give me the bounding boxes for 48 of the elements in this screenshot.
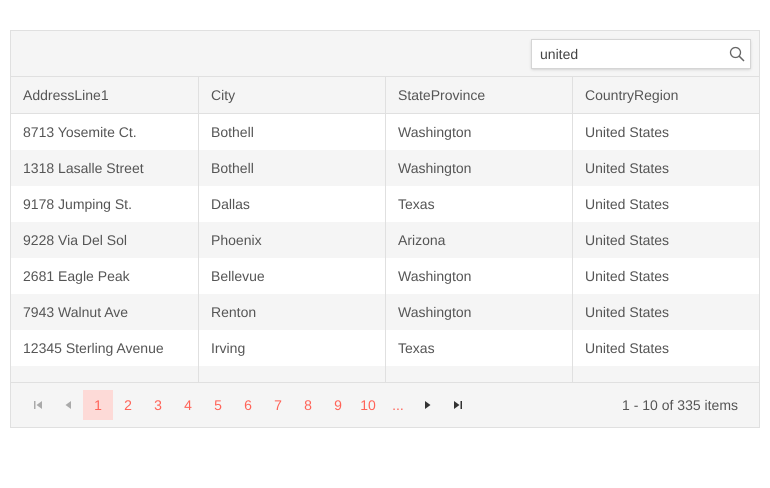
table-cell-text: United States: [585, 158, 670, 178]
table-cell-text: Arizona: [398, 230, 446, 250]
table-cell-text: Texas: [398, 338, 435, 358]
table-cell-text: United States: [585, 266, 670, 286]
table-cell-text: Texas: [398, 194, 435, 214]
column-header[interactable]: City: [211, 84, 236, 106]
table-cell-text: 9228 Via Del Sol: [23, 230, 128, 250]
page-button[interactable]: 9: [323, 390, 353, 420]
table-cell-text: Phoenix: [211, 230, 262, 250]
table-cell-text: Washington: [398, 302, 472, 322]
table-cell-text: 8713 Yosemite Ct.: [23, 122, 137, 142]
table-cell-text: Washington: [398, 158, 472, 178]
table-cell-text: United States: [585, 194, 670, 214]
page-button[interactable]: 7: [263, 390, 293, 420]
table-cell-text: United States: [585, 122, 670, 142]
table-cell-text: 9178 Jumping St.: [23, 194, 132, 214]
page-button[interactable]: 3: [143, 390, 173, 420]
page-button[interactable]: 5: [203, 390, 233, 420]
column-header[interactable]: AddressLine1: [23, 84, 109, 106]
table-cell-text: Washington: [398, 122, 472, 142]
table-cell-text: 1318 Lasalle Street: [23, 158, 144, 178]
table-cell-text: Bothell: [211, 158, 254, 178]
table-cell-text: Bothell: [211, 122, 254, 142]
page-button[interactable]: ...: [383, 390, 413, 420]
page-button[interactable]: 4: [173, 390, 203, 420]
table-cell-text: United States: [585, 230, 670, 250]
table-cell-text: 7943 Walnut Ave: [23, 302, 128, 322]
page-button[interactable]: 2: [113, 390, 143, 420]
table-cell-text: Washington: [398, 266, 472, 286]
pager-info: 1 - 10 of 335 items: [622, 396, 738, 414]
page-button[interactable]: 1: [83, 390, 113, 420]
search-field[interactable]: united: [531, 38, 751, 68]
page-button[interactable]: 8: [293, 390, 323, 420]
page-button[interactable]: 6: [233, 390, 263, 420]
search-icon: [729, 46, 745, 62]
page-button[interactable]: 10: [353, 390, 383, 420]
column-header[interactable]: CountryRegion: [585, 84, 678, 106]
skip-to-start-icon: [31, 398, 45, 412]
table-cell-text: United States: [585, 302, 670, 322]
table-cell-text: 2681 Eagle Peak: [23, 266, 130, 286]
table-cell-text: Bellevue: [211, 266, 265, 286]
table-cell-text: United States: [585, 338, 670, 358]
table-cell-text: Renton: [211, 302, 256, 322]
table-cell-text: Irving: [211, 338, 246, 358]
column-header[interactable]: StateProvince: [398, 84, 486, 106]
skip-to-end-icon: [451, 398, 465, 412]
table-cell-text: Dallas: [211, 194, 250, 214]
table-cell-text: 12345 Sterling Avenue: [23, 338, 164, 358]
